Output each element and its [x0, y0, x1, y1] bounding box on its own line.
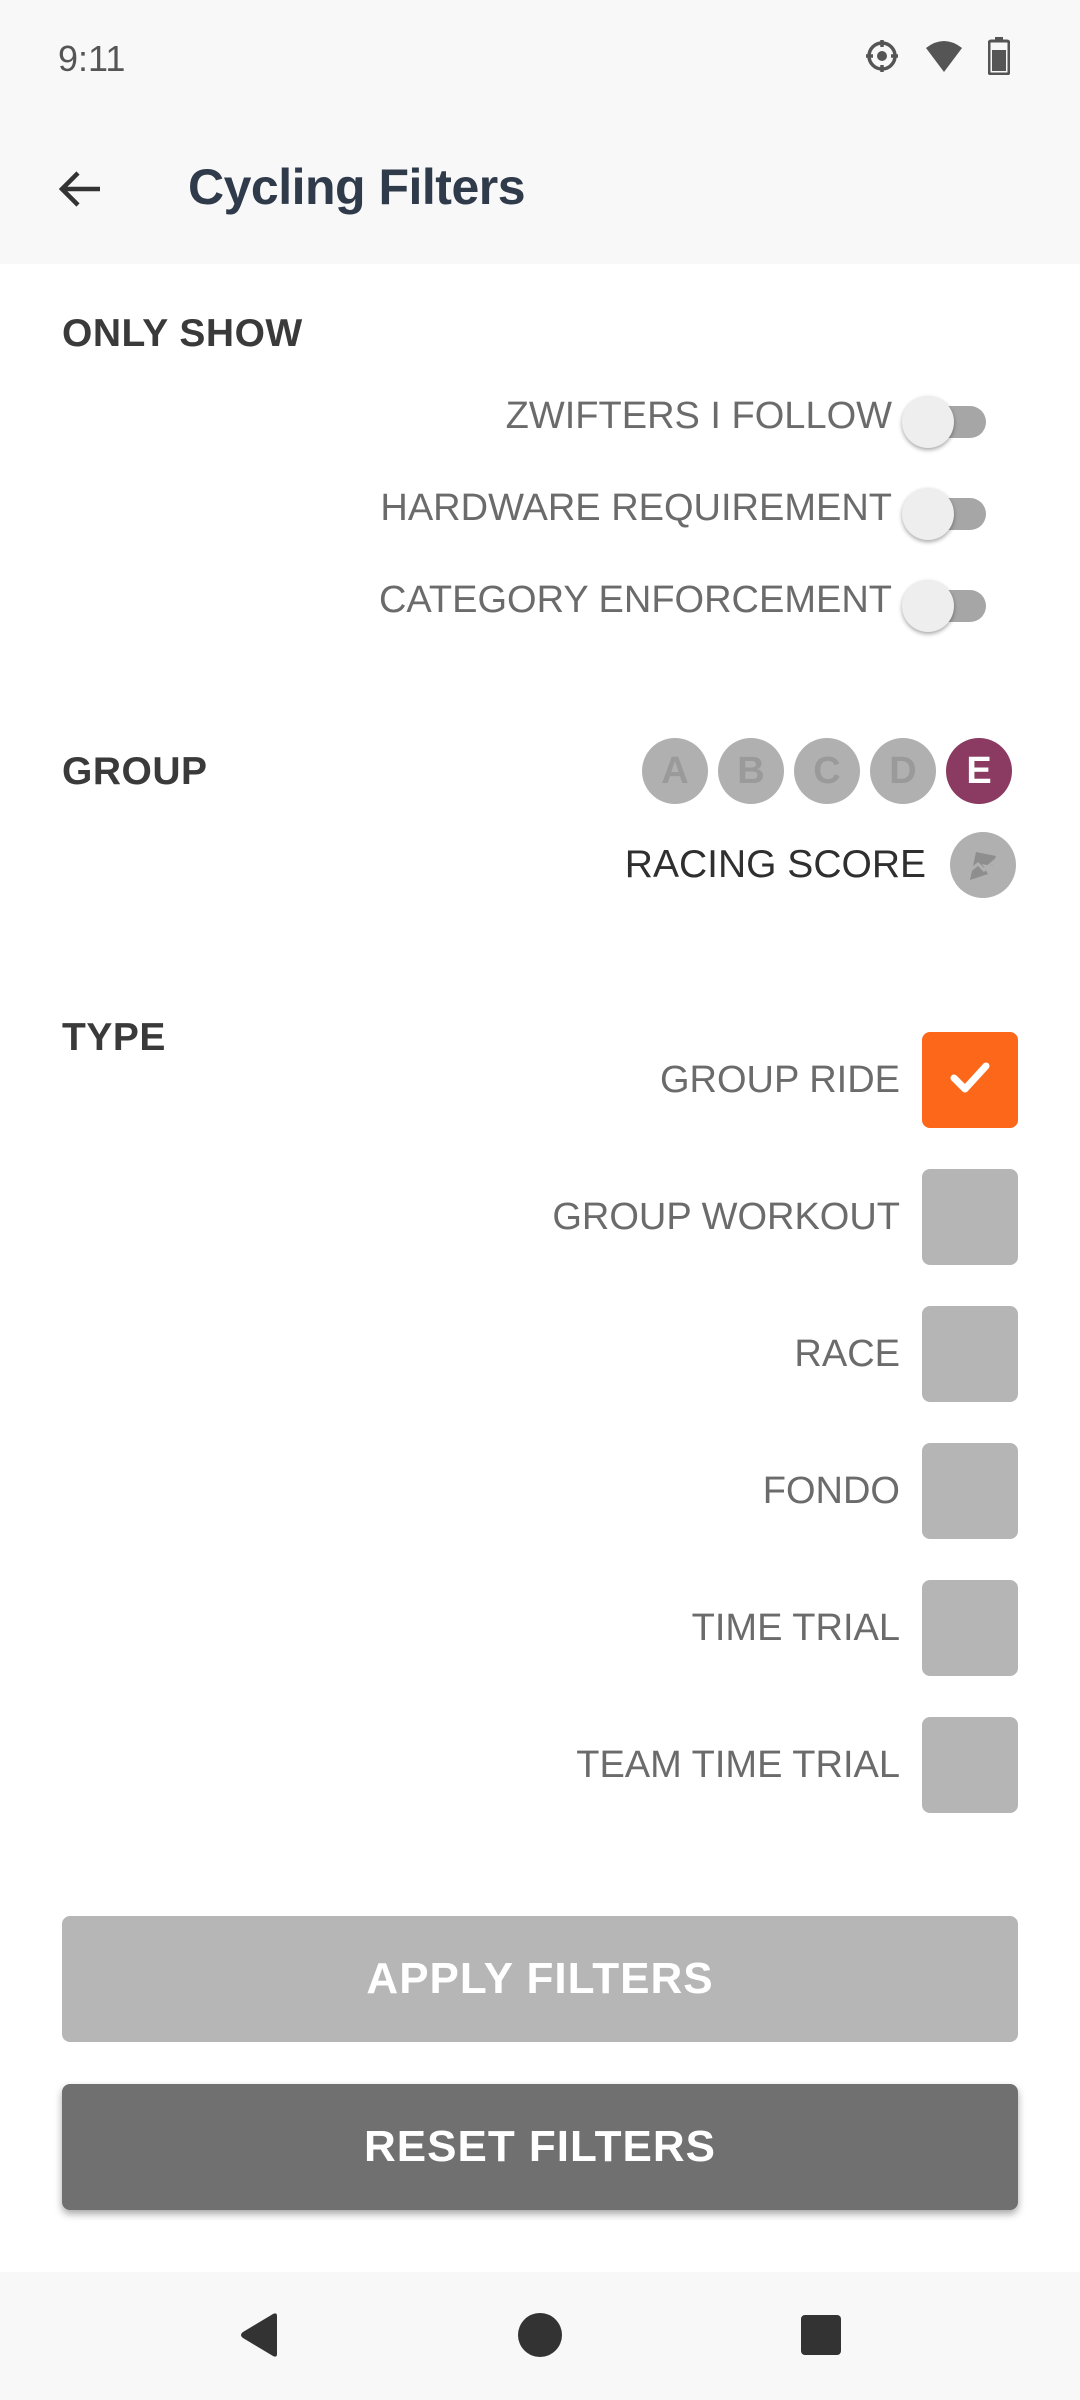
group-badge-d[interactable]: D — [870, 738, 936, 804]
type-row-race[interactable]: RACE — [794, 1306, 1018, 1402]
status-bar: 9:11 — [0, 0, 1080, 118]
group-badges: A B C D E — [642, 738, 1012, 804]
racing-score-icon[interactable] — [950, 832, 1016, 898]
type-row-time-trial[interactable]: TIME TRIAL — [692, 1580, 1018, 1676]
fondo-checkbox[interactable] — [922, 1443, 1018, 1539]
type-row-team-time-trial[interactable]: TEAM TIME TRIAL — [576, 1717, 1018, 1813]
toggle-row-category-enforcement[interactable]: CATEGORY ENFORCEMENT — [378, 570, 988, 632]
type-row-fondo[interactable]: FONDO — [763, 1443, 1018, 1539]
type-label: TIME TRIAL — [691, 1606, 900, 1649]
group-badge-a[interactable]: A — [642, 738, 708, 804]
group-ride-checkbox[interactable] — [922, 1032, 1018, 1128]
group-badge-c[interactable]: C — [794, 738, 860, 804]
nav-home-icon — [517, 2312, 563, 2363]
type-label: RACE — [794, 1332, 900, 1375]
group-badge-b[interactable]: B — [718, 738, 784, 804]
toggle-row-hardware-requirement[interactable]: HARDWARE REQUIREMENT — [380, 478, 988, 540]
toggle-label: HARDWARE REQUIREMENT — [380, 486, 892, 529]
hardware-requirement-toggle[interactable] — [902, 478, 988, 540]
checkmark-icon — [948, 1056, 992, 1105]
type-label: GROUP WORKOUT — [552, 1195, 900, 1238]
arrow-left-icon — [56, 165, 104, 218]
nav-recents-icon — [801, 2314, 841, 2360]
zwifters-i-follow-toggle[interactable] — [902, 386, 988, 448]
nav-back-button[interactable] — [224, 2302, 294, 2372]
location-icon — [864, 38, 900, 79]
system-nav-bar — [0, 2272, 1080, 2400]
race-checkbox[interactable] — [922, 1306, 1018, 1402]
toggle-thumb — [902, 396, 954, 448]
type-label: TEAM TIME TRIAL — [576, 1743, 900, 1786]
team-time-trial-checkbox[interactable] — [922, 1717, 1018, 1813]
back-button[interactable] — [40, 151, 120, 231]
group-badge-e[interactable]: E — [946, 738, 1012, 804]
app-bar: Cycling Filters — [0, 118, 1080, 264]
toggle-thumb — [902, 488, 954, 540]
nav-recents-button[interactable] — [786, 2302, 856, 2372]
section-title-group: GROUP — [62, 750, 208, 793]
toggle-label: ZWIFTERS I FOLLOW — [505, 394, 892, 437]
nav-home-button[interactable] — [505, 2302, 575, 2372]
type-row-group-workout[interactable]: GROUP WORKOUT — [552, 1169, 1018, 1265]
type-row-group-ride[interactable]: GROUP RIDE — [660, 1032, 1018, 1128]
nav-back-icon — [237, 2312, 281, 2363]
toggle-thumb — [902, 580, 954, 632]
group-workout-checkbox[interactable] — [922, 1169, 1018, 1265]
toggle-row-zwifters-i-follow[interactable]: ZWIFTERS I FOLLOW — [505, 386, 988, 448]
apply-filters-button[interactable]: APPLY FILTERS — [62, 1916, 1018, 2042]
time-trial-checkbox[interactable] — [922, 1580, 1018, 1676]
reset-filters-button[interactable]: RESET FILTERS — [62, 2084, 1018, 2210]
section-title-only-show: ONLY SHOW — [62, 312, 303, 355]
racing-score-row[interactable]: RACING SCORE — [625, 830, 1016, 900]
page-title: Cycling Filters — [188, 159, 526, 215]
racing-score-label: RACING SCORE — [624, 843, 926, 886]
type-label: GROUP RIDE — [659, 1058, 900, 1101]
wifi-icon — [924, 38, 964, 79]
battery-icon — [987, 36, 1011, 80]
section-title-type: TYPE — [62, 1016, 166, 1059]
status-icons — [864, 36, 1011, 80]
category-enforcement-toggle[interactable] — [902, 570, 988, 632]
type-label: FONDO — [762, 1469, 900, 1512]
status-time: 9:11 — [58, 38, 126, 79]
toggle-label: CATEGORY ENFORCEMENT — [378, 578, 892, 621]
